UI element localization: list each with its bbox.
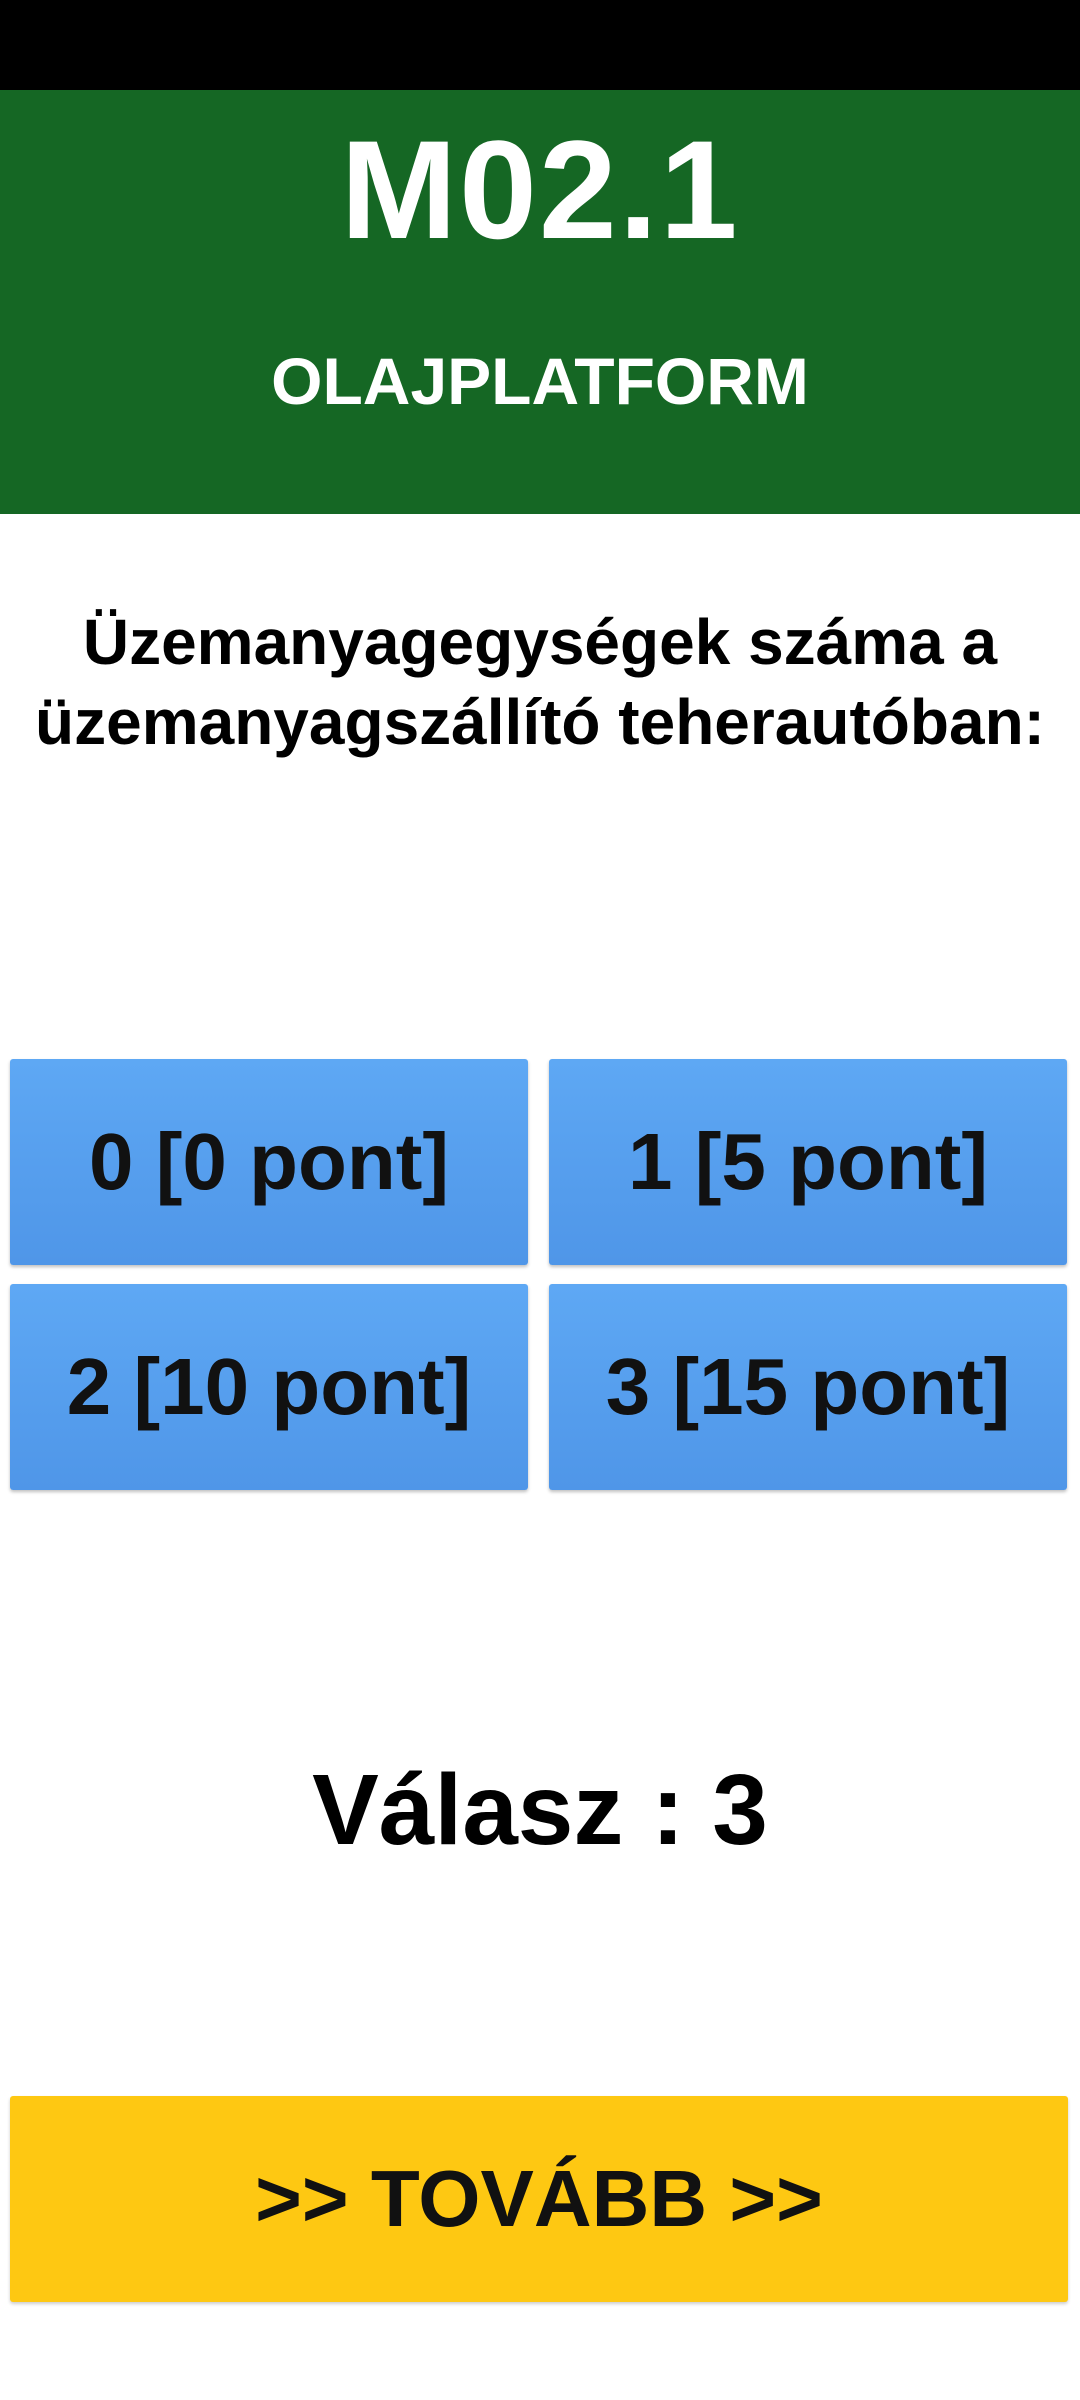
- question-line-1: Üzemanyagegységek száma a: [82, 606, 998, 678]
- option-button-2[interactable]: 2 [10 pont]: [10, 1284, 528, 1490]
- answer-options-grid: 0 [0 pont] 1 [5 pont] 2 [10 pont] 3 [15 …: [10, 1059, 1068, 1491]
- header-banner: M02.1 OLAJPLATFORM: [0, 90, 1080, 514]
- mission-title: OLAJPLATFORM: [271, 344, 809, 418]
- option-button-0[interactable]: 0 [0 pont]: [10, 1059, 528, 1265]
- option-button-1[interactable]: 1 [5 pont]: [549, 1059, 1067, 1265]
- mission-code: M02.1: [340, 111, 740, 268]
- next-button[interactable]: >> TOVÁBB >>: [10, 2096, 1068, 2302]
- status-bar: [0, 0, 1080, 90]
- question-text: Üzemanyagegységek száma a üzemanyagszáll…: [0, 602, 1080, 762]
- selected-answer: Válasz : 3: [312, 1754, 768, 1866]
- option-button-3[interactable]: 3 [15 pont]: [549, 1284, 1067, 1490]
- question-line-2: üzemanyagszállító teherautóban:: [35, 686, 1045, 758]
